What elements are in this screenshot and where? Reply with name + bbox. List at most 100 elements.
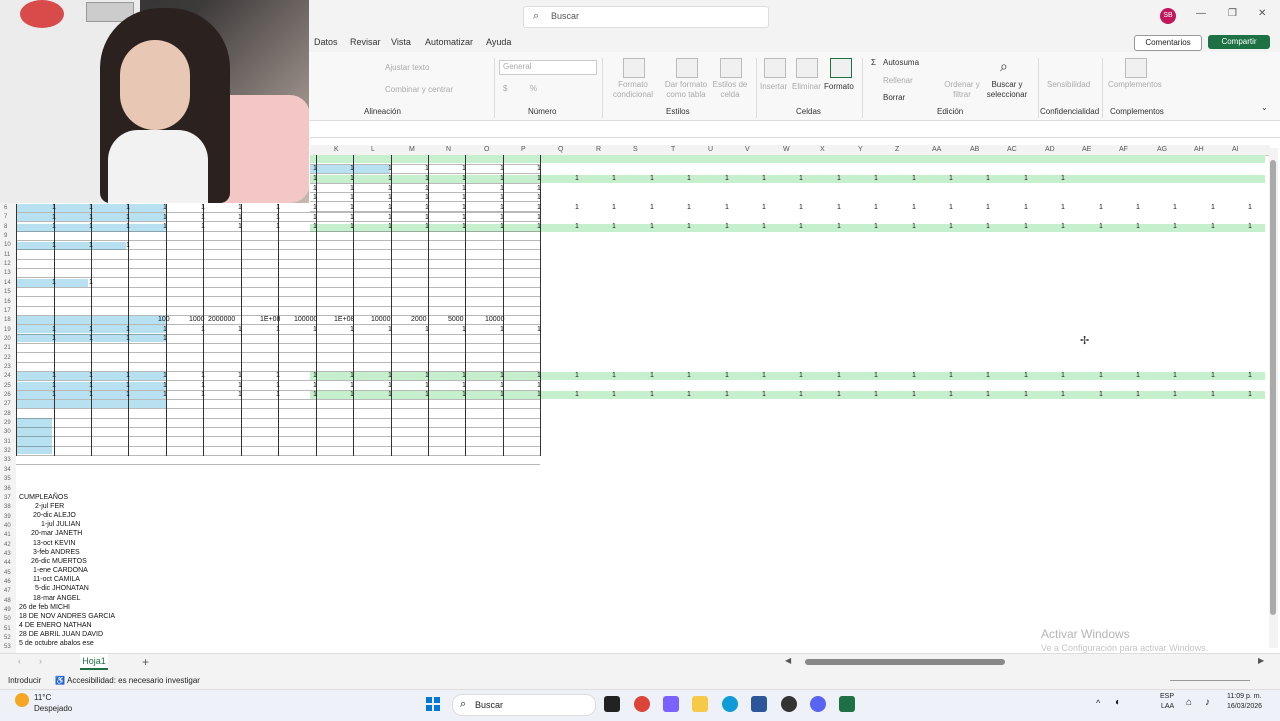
cell-value[interactable]: 1 <box>762 204 766 211</box>
cell-value[interactable]: 1 <box>313 391 317 398</box>
conditional-format-button[interactable]: Formato condicional <box>608 80 658 100</box>
cell-value[interactable]: 1 <box>52 214 56 221</box>
tray-chevron-icon[interactable]: ^ <box>1096 698 1100 708</box>
cell-value[interactable]: 1 <box>537 391 541 398</box>
cell-value[interactable]: 1 <box>949 372 953 379</box>
column-header-s[interactable]: S <box>633 146 638 153</box>
cell-value[interactable]: 1 <box>163 214 167 221</box>
cell-value[interactable]: 1 <box>313 204 317 211</box>
row-header[interactable]: 28 <box>4 411 11 417</box>
row-header[interactable]: 34 <box>4 467 11 473</box>
row-header[interactable]: 21 <box>4 345 11 351</box>
cell-value[interactable]: 1 <box>949 175 953 182</box>
cell-value[interactable]: 1 <box>687 372 691 379</box>
row-header[interactable]: 38 <box>4 504 11 510</box>
cell-value[interactable]: 1 <box>1248 372 1252 379</box>
cell-value[interactable]: 1 <box>650 204 654 211</box>
cell-value[interactable]: 1 <box>725 204 729 211</box>
cell-value[interactable]: 1 <box>912 391 916 398</box>
cell-value[interactable]: 1 <box>52 372 56 379</box>
cell-value[interactable]: 1 <box>89 204 93 211</box>
copilot-icon[interactable] <box>663 696 679 712</box>
row-header[interactable]: 33 <box>4 457 11 463</box>
cell-value[interactable]: 1 <box>388 185 392 192</box>
row-header[interactable]: 16 <box>4 299 11 305</box>
windows-start-icon[interactable] <box>426 697 440 711</box>
cell-value[interactable]: 1 <box>313 165 317 172</box>
sensitivity-button[interactable]: Sensibilidad <box>1047 80 1090 89</box>
row-header[interactable]: 25 <box>4 383 11 389</box>
row-header[interactable]: 39 <box>4 514 11 520</box>
cell-value[interactable]: 1 <box>388 175 392 182</box>
number-format-select[interactable]: General <box>499 60 597 75</box>
list-item[interactable]: 5-dic JHONATAN <box>35 585 89 592</box>
cell-value[interactable]: 1 <box>276 214 280 221</box>
cell-value[interactable]: 1 <box>1211 204 1215 211</box>
cell-value[interactable]: 1 <box>912 372 916 379</box>
row-header[interactable]: 47 <box>4 588 11 594</box>
cell-value[interactable]: 5000 <box>448 316 464 323</box>
vertical-scroll-thumb[interactable] <box>1270 160 1276 615</box>
row-header[interactable]: 35 <box>4 476 11 482</box>
cell-value[interactable]: 1 <box>89 223 93 230</box>
cell-value[interactable]: 1 <box>837 175 841 182</box>
column-header-ag[interactable]: AG <box>1157 146 1167 153</box>
fill-button[interactable]: Rellenar <box>883 76 913 85</box>
cell-value[interactable]: 1 <box>313 223 317 230</box>
taskbar-search[interactable]: ⌕ Buscar <box>452 694 596 716</box>
tab-ayuda[interactable]: Ayuda <box>486 37 511 47</box>
cell-value[interactable]: 1 <box>986 204 990 211</box>
cell-value[interactable]: 1 <box>52 382 56 389</box>
cell-value[interactable]: 1 <box>537 223 541 230</box>
search-box[interactable]: ⌕ Buscar <box>523 6 769 28</box>
row-header[interactable]: 27 <box>4 401 11 407</box>
row-header[interactable]: 19 <box>4 327 11 333</box>
next-sheet-icon[interactable]: › <box>39 656 42 666</box>
chrome-icon[interactable] <box>634 696 650 712</box>
store-icon[interactable] <box>751 696 767 712</box>
addins-button[interactable]: Complementos <box>1108 80 1162 89</box>
cell-value[interactable]: 1 <box>462 382 466 389</box>
column-header-m[interactable]: M <box>409 146 415 153</box>
cell-value[interactable]: 1 <box>388 214 392 221</box>
add-sheet-icon[interactable]: + <box>142 655 149 669</box>
row-header[interactable]: 41 <box>4 532 11 538</box>
cell-value[interactable]: 1 <box>462 194 466 201</box>
cell-value[interactable]: 1 <box>52 279 56 286</box>
volume-icon[interactable]: ♪ <box>1205 697 1210 708</box>
cell-value[interactable]: 1 <box>238 223 242 230</box>
row-header[interactable]: 51 <box>4 626 11 632</box>
excel-icon[interactable] <box>839 696 855 712</box>
cell-value[interactable]: 1 <box>725 175 729 182</box>
cell-value[interactable]: 1 <box>837 391 841 398</box>
cell-value[interactable]: 1 <box>1024 175 1028 182</box>
column-header-o[interactable]: O <box>484 146 489 153</box>
cell-value[interactable]: 1 <box>350 382 354 389</box>
cell-value[interactable]: 1 <box>1099 223 1103 230</box>
cell-value[interactable]: 2000000 <box>208 316 235 323</box>
row-header[interactable]: 9 <box>4 233 7 239</box>
cell-value[interactable]: 1 <box>126 335 130 342</box>
cell-value[interactable]: 1 <box>500 326 504 333</box>
cell-value[interactable]: 1 <box>425 165 429 172</box>
cell-value[interactable]: 1 <box>425 204 429 211</box>
cell-value[interactable]: 1 <box>575 391 579 398</box>
comments-button[interactable]: Comentarios <box>1134 35 1202 51</box>
cell-value[interactable]: 1 <box>89 335 93 342</box>
cell-value[interactable]: 1 <box>126 204 130 211</box>
restore-icon[interactable]: ❐ <box>1228 8 1237 19</box>
cell-value[interactable]: 1 <box>500 204 504 211</box>
row-header[interactable]: 30 <box>4 429 11 435</box>
row-header[interactable]: 12 <box>4 261 11 267</box>
cell-value[interactable]: 1 <box>537 175 541 182</box>
cell-value[interactable]: 1 <box>986 391 990 398</box>
cell-value[interactable]: 1 <box>388 165 392 172</box>
cell-value[interactable]: 1 <box>762 391 766 398</box>
cell-value[interactable]: 100000 <box>294 316 317 323</box>
cell-value[interactable]: 1 <box>350 326 354 333</box>
cell-value[interactable]: 1 <box>687 391 691 398</box>
insert-icon[interactable] <box>764 58 786 78</box>
column-header-ac[interactable]: AC <box>1007 146 1017 153</box>
cell-value[interactable]: 1 <box>350 223 354 230</box>
cell-value[interactable]: 1 <box>276 223 280 230</box>
